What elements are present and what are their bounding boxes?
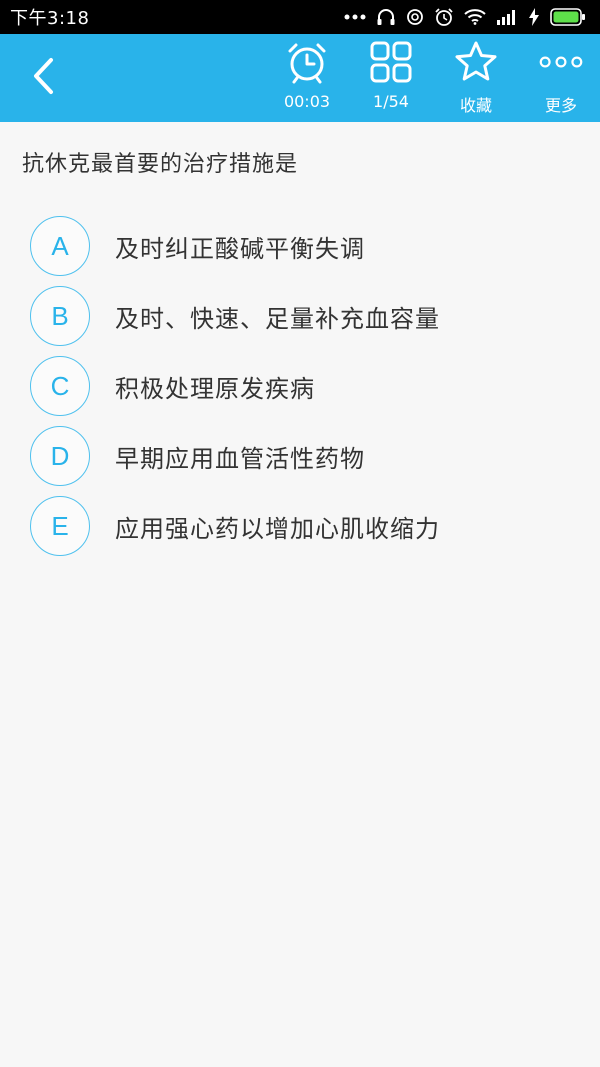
- option-b[interactable]: B 及时、快速、足量补充血容量: [30, 285, 570, 347]
- option-a[interactable]: A 及时纠正酸碱平衡失调: [30, 215, 570, 277]
- more-label: 更多: [544, 96, 577, 115]
- option-text: 早期应用血管活性药物: [115, 444, 365, 473]
- status-time: 下午3:18: [10, 8, 90, 29]
- status-icons: [344, 7, 586, 27]
- timer-label: 00:03: [283, 92, 331, 111]
- charging-icon: [528, 8, 540, 26]
- back-button[interactable]: [22, 54, 66, 102]
- question-text: 抗休克最首要的治疗措施是: [22, 152, 299, 177]
- headphones-icon: [376, 8, 396, 26]
- option-letter: B: [30, 286, 90, 346]
- option-c[interactable]: C 积极处理原发疾病: [30, 355, 570, 417]
- status-bar: 下午3:18: [0, 0, 600, 34]
- option-text: 应用强心药以增加心肌收缩力: [115, 514, 440, 543]
- grid-icon: [369, 40, 413, 84]
- option-d[interactable]: D 早期应用血管活性药物: [30, 425, 570, 487]
- option-letter: D: [30, 426, 90, 486]
- option-e[interactable]: E 应用强心药以增加心肌收缩力: [30, 495, 570, 557]
- option-text: 积极处理原发疾病: [115, 374, 315, 403]
- favorite-button[interactable]: 收藏: [436, 40, 516, 118]
- alarm-clock-icon: [285, 40, 329, 84]
- more-dots-icon: [344, 13, 366, 21]
- more-dots-icon: [539, 40, 583, 84]
- timer-button[interactable]: 00:03: [267, 40, 347, 118]
- favorite-label: 收藏: [459, 96, 492, 115]
- back-chevron-icon: [29, 56, 59, 100]
- wifi-icon: [464, 9, 486, 25]
- star-icon: [454, 40, 498, 84]
- progress-grid-button[interactable]: 1/54: [351, 40, 431, 118]
- option-text: 及时、快速、足量补充血容量: [115, 304, 440, 333]
- battery-icon: [550, 8, 586, 26]
- option-text: 及时纠正酸碱平衡失调: [115, 234, 365, 263]
- option-letter: A: [30, 216, 90, 276]
- option-letter: C: [30, 356, 90, 416]
- sync-icon: [406, 8, 424, 26]
- progress-label: 1/54: [373, 92, 409, 111]
- more-button[interactable]: 更多: [521, 40, 600, 118]
- app-bar: 00:03 1/54 收藏 更多: [0, 34, 600, 122]
- option-letter: E: [30, 496, 90, 556]
- signal-icon: [496, 9, 518, 25]
- alarm-icon: [434, 7, 454, 27]
